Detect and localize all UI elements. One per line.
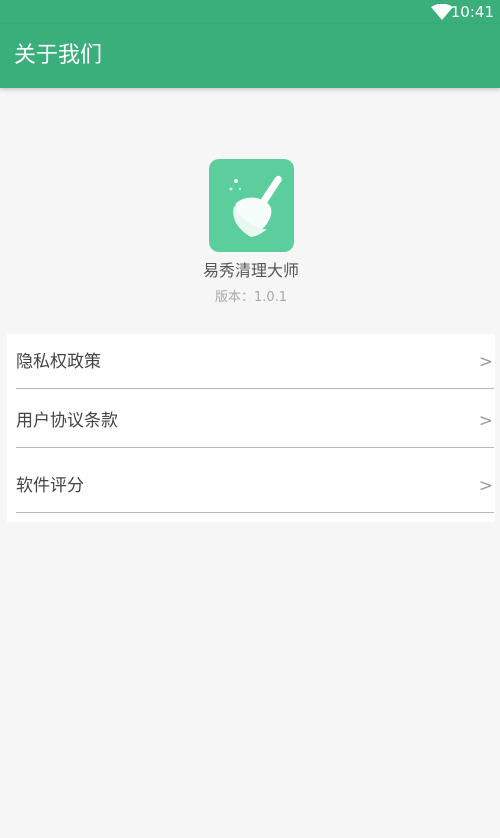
menu-item-privacy-policy[interactable]: 隐私权政策 > [16, 334, 494, 389]
menu-card: 隐私权政策 > 用户协议条款 > 软件评分 > [7, 334, 495, 522]
broom-icon [229, 175, 282, 237]
chevron-right-icon: > [478, 411, 493, 431]
wifi-icon [431, 4, 453, 20]
chevron-right-icon: > [478, 476, 493, 496]
menu-item-label: 软件评分 [16, 476, 84, 496]
menu-item-rate-app[interactable]: 软件评分 > [16, 458, 494, 513]
page-title: 关于我们 [14, 43, 103, 68]
chevron-right-icon: > [478, 352, 493, 372]
menu-item-label: 用户协议条款 [16, 411, 118, 431]
version-label: 版本： [214, 290, 254, 305]
status-time: 10:41 [450, 3, 494, 21]
menu-item-user-agreement[interactable]: 用户协议条款 > [16, 393, 494, 448]
status-bar: 10:41 [0, 0, 500, 24]
app-icon [209, 159, 294, 252]
version-number: 1.0.1 [253, 290, 288, 305]
app-bar: 关于我们 [0, 24, 500, 88]
version-text: 版本：1.0.1 [150, 288, 352, 308]
menu-item-label: 隐私权政策 [16, 352, 101, 372]
app-name: 易秀清理大师 [202, 261, 299, 280]
